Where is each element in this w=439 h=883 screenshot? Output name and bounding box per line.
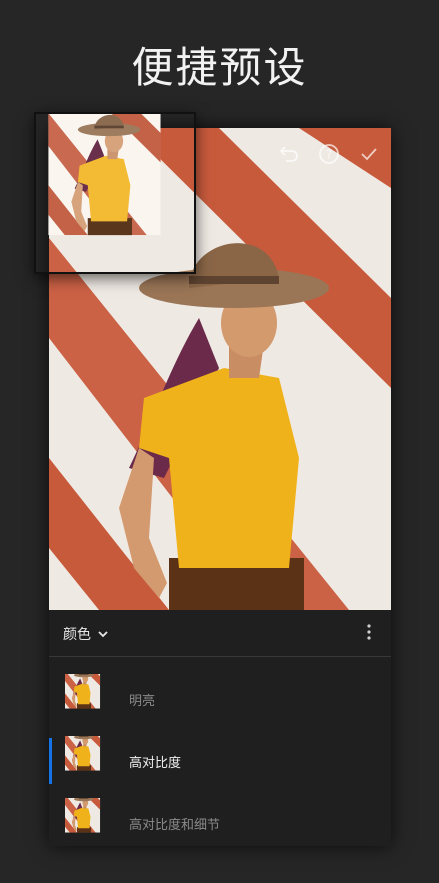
preset-label: 明亮: [129, 693, 156, 709]
preset-list: 明亮 高对比度 高对比度和细节: [49, 668, 391, 846]
checkmark-icon[interactable]: [357, 142, 381, 166]
undo-icon[interactable]: [277, 142, 301, 166]
headline: 便捷预设: [131, 43, 308, 92]
preset-item-selected[interactable]: 高对比度: [49, 730, 391, 792]
preset-item[interactable]: 明亮: [49, 668, 391, 730]
before-photo-inset: [34, 112, 196, 274]
photo-toolbar: ?: [277, 142, 381, 166]
preset-label: 高对比度: [129, 755, 182, 771]
help-icon[interactable]: ?: [317, 142, 341, 166]
chevron-down-icon: [98, 631, 108, 638]
preset-thumbnail: [65, 736, 115, 786]
more-vertical-icon[interactable]: [361, 622, 377, 642]
preset-item[interactable]: 高对比度和细节: [49, 792, 391, 846]
category-label: 颜色: [63, 627, 91, 643]
svg-text:?: ?: [326, 148, 332, 162]
category-dropdown[interactable]: 颜色: [63, 624, 109, 644]
preset-panel-header: 颜色: [49, 610, 391, 657]
preset-thumbnail: [65, 674, 115, 724]
preset-label: 高对比度和细节: [129, 817, 221, 833]
preset-thumbnail: [65, 798, 115, 846]
